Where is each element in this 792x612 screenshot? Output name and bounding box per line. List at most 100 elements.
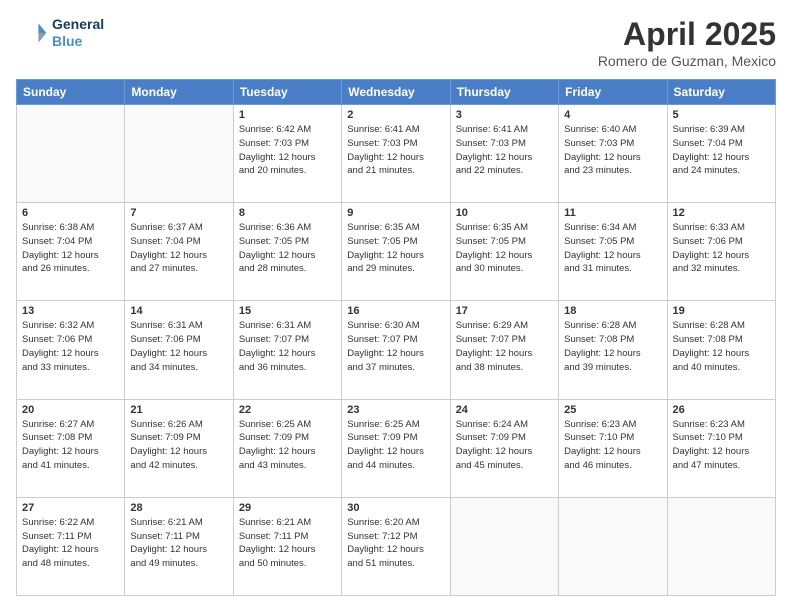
day-number: 14: [130, 305, 227, 317]
day-info: Sunrise: 6:40 AM Sunset: 7:03 PM Dayligh…: [564, 123, 661, 178]
day-info: Sunrise: 6:28 AM Sunset: 7:08 PM Dayligh…: [673, 319, 770, 374]
day-cell: 19 Sunrise: 6:28 AM Sunset: 7:08 PM Dayli…: [667, 301, 775, 399]
day-cell: 24 Sunrise: 6:24 AM Sunset: 7:09 PM Dayli…: [450, 399, 558, 497]
day-number: 26: [673, 404, 770, 416]
day-number: 24: [456, 404, 553, 416]
day-info: Sunrise: 6:26 AM Sunset: 7:09 PM Dayligh…: [130, 418, 227, 473]
day-cell: 11 Sunrise: 6:34 AM Sunset: 7:05 PM Dayli…: [559, 203, 667, 301]
col-header-sunday: Sunday: [17, 80, 125, 105]
day-cell: 2 Sunrise: 6:41 AM Sunset: 7:03 PM Daylig…: [342, 105, 450, 203]
day-number: 29: [239, 502, 336, 514]
day-cell: 26 Sunrise: 6:23 AM Sunset: 7:10 PM Dayli…: [667, 399, 775, 497]
day-cell: 4Sunrise: 6:40 AM Sunset: 7:03 PM Daylig…: [559, 105, 667, 203]
day-cell: [667, 497, 775, 595]
title-block: April 2025 Romero de Guzman, Mexico: [598, 16, 776, 69]
day-number: 21: [130, 404, 227, 416]
week-row-3: 20 Sunrise: 6:27 AM Sunset: 7:08 PM Dayli…: [17, 399, 776, 497]
day-number: 3: [456, 109, 553, 121]
day-number: 23: [347, 404, 444, 416]
day-cell: 23 Sunrise: 6:25 AM Sunset: 7:09 PM Dayli…: [342, 399, 450, 497]
day-info: Sunrise: 6:23 AM Sunset: 7:10 PM Dayligh…: [673, 418, 770, 473]
day-info: Sunrise: 6:35 AM Sunset: 7:05 PM Dayligh…: [347, 221, 444, 276]
day-cell: 17 Sunrise: 6:29 AM Sunset: 7:07 PM Dayli…: [450, 301, 558, 399]
day-info: Sunrise: 6:38 AM Sunset: 7:04 PM Dayligh…: [22, 221, 119, 276]
logo-line2: Blue: [52, 33, 104, 50]
day-info: Sunrise: 6:21 AM Sunset: 7:11 PM Dayligh…: [239, 516, 336, 571]
day-cell: [125, 105, 233, 203]
day-number: 20: [22, 404, 119, 416]
day-info: Sunrise: 6:37 AM Sunset: 7:04 PM Dayligh…: [130, 221, 227, 276]
col-header-wednesday: Wednesday: [342, 80, 450, 105]
day-number: 11: [564, 207, 661, 219]
calendar-table: SundayMondayTuesdayWednesdayThursdayFrid…: [16, 79, 776, 596]
day-info: Sunrise: 6:25 AM Sunset: 7:09 PM Dayligh…: [347, 418, 444, 473]
day-info: Sunrise: 6:36 AM Sunset: 7:05 PM Dayligh…: [239, 221, 336, 276]
day-cell: 22 Sunrise: 6:25 AM Sunset: 7:09 PM Dayli…: [233, 399, 341, 497]
day-cell: 7 Sunrise: 6:37 AM Sunset: 7:04 PM Daylig…: [125, 203, 233, 301]
col-header-monday: Monday: [125, 80, 233, 105]
month-title: April 2025: [598, 16, 776, 53]
day-info: Sunrise: 6:42 AM Sunset: 7:03 PM Dayligh…: [239, 123, 336, 178]
day-info: Sunrise: 6:24 AM Sunset: 7:09 PM Dayligh…: [456, 418, 553, 473]
day-info: Sunrise: 6:25 AM Sunset: 7:09 PM Dayligh…: [239, 418, 336, 473]
day-cell: 15Sunrise: 6:31 AM Sunset: 7:07 PM Dayli…: [233, 301, 341, 399]
day-info: Sunrise: 6:41 AM Sunset: 7:03 PM Dayligh…: [456, 123, 553, 178]
day-cell: 28 Sunrise: 6:21 AM Sunset: 7:11 PM Dayli…: [125, 497, 233, 595]
day-cell: 1 Sunrise: 6:42 AM Sunset: 7:03 PM Daylig…: [233, 105, 341, 203]
day-number: 9: [347, 207, 444, 219]
day-info: Sunrise: 6:20 AM Sunset: 7:12 PM Dayligh…: [347, 516, 444, 571]
day-number: 6: [22, 207, 119, 219]
day-info: Sunrise: 6:28 AM Sunset: 7:08 PM Dayligh…: [564, 319, 661, 374]
day-info: Sunrise: 6:31 AM Sunset: 7:07 PM Dayligh…: [239, 319, 336, 374]
day-cell: 25Sunrise: 6:23 AM Sunset: 7:10 PM Dayli…: [559, 399, 667, 497]
logo-icon: [16, 17, 48, 49]
day-cell: 18 Sunrise: 6:28 AM Sunset: 7:08 PM Dayli…: [559, 301, 667, 399]
day-info: Sunrise: 6:27 AM Sunset: 7:08 PM Dayligh…: [22, 418, 119, 473]
week-row-2: 13Sunrise: 6:32 AM Sunset: 7:06 PM Dayli…: [17, 301, 776, 399]
col-header-saturday: Saturday: [667, 80, 775, 105]
day-number: 18: [564, 305, 661, 317]
day-number: 7: [130, 207, 227, 219]
day-cell: 20 Sunrise: 6:27 AM Sunset: 7:08 PM Dayli…: [17, 399, 125, 497]
day-number: 30: [347, 502, 444, 514]
day-info: Sunrise: 6:21 AM Sunset: 7:11 PM Dayligh…: [130, 516, 227, 571]
logo-text: General Blue: [52, 16, 104, 50]
day-info: Sunrise: 6:29 AM Sunset: 7:07 PM Dayligh…: [456, 319, 553, 374]
day-cell: 27 Sunrise: 6:22 AM Sunset: 7:11 PM Dayli…: [17, 497, 125, 595]
day-cell: [17, 105, 125, 203]
day-number: 2: [347, 109, 444, 121]
header: General Blue April 2025 Romero de Guzman…: [16, 16, 776, 69]
day-number: 22: [239, 404, 336, 416]
day-info: Sunrise: 6:30 AM Sunset: 7:07 PM Dayligh…: [347, 319, 444, 374]
day-number: 27: [22, 502, 119, 514]
day-cell: 10Sunrise: 6:35 AM Sunset: 7:05 PM Dayli…: [450, 203, 558, 301]
day-info: Sunrise: 6:32 AM Sunset: 7:06 PM Dayligh…: [22, 319, 119, 374]
week-row-0: 1 Sunrise: 6:42 AM Sunset: 7:03 PM Daylig…: [17, 105, 776, 203]
week-row-4: 27 Sunrise: 6:22 AM Sunset: 7:11 PM Dayli…: [17, 497, 776, 595]
day-info: Sunrise: 6:23 AM Sunset: 7:10 PM Dayligh…: [564, 418, 661, 473]
logo-line1: General: [52, 16, 104, 33]
day-number: 1: [239, 109, 336, 121]
day-number: 16: [347, 305, 444, 317]
day-cell: 21 Sunrise: 6:26 AM Sunset: 7:09 PM Dayli…: [125, 399, 233, 497]
day-number: 12: [673, 207, 770, 219]
day-cell: [559, 497, 667, 595]
day-number: 28: [130, 502, 227, 514]
day-number: 19: [673, 305, 770, 317]
day-cell: 8Sunrise: 6:36 AM Sunset: 7:05 PM Daylig…: [233, 203, 341, 301]
col-header-friday: Friday: [559, 80, 667, 105]
day-cell: 9 Sunrise: 6:35 AM Sunset: 7:05 PM Daylig…: [342, 203, 450, 301]
day-number: 17: [456, 305, 553, 317]
day-number: 5: [673, 109, 770, 121]
day-cell: 5Sunrise: 6:39 AM Sunset: 7:04 PM Daylig…: [667, 105, 775, 203]
day-info: Sunrise: 6:22 AM Sunset: 7:11 PM Dayligh…: [22, 516, 119, 571]
col-header-tuesday: Tuesday: [233, 80, 341, 105]
day-cell: 6 Sunrise: 6:38 AM Sunset: 7:04 PM Daylig…: [17, 203, 125, 301]
day-info: Sunrise: 6:35 AM Sunset: 7:05 PM Dayligh…: [456, 221, 553, 276]
day-info: Sunrise: 6:34 AM Sunset: 7:05 PM Dayligh…: [564, 221, 661, 276]
day-cell: [450, 497, 558, 595]
day-cell: 3 Sunrise: 6:41 AM Sunset: 7:03 PM Daylig…: [450, 105, 558, 203]
day-cell: 13Sunrise: 6:32 AM Sunset: 7:06 PM Dayli…: [17, 301, 125, 399]
day-cell: 12Sunrise: 6:33 AM Sunset: 7:06 PM Dayli…: [667, 203, 775, 301]
day-info: Sunrise: 6:41 AM Sunset: 7:03 PM Dayligh…: [347, 123, 444, 178]
